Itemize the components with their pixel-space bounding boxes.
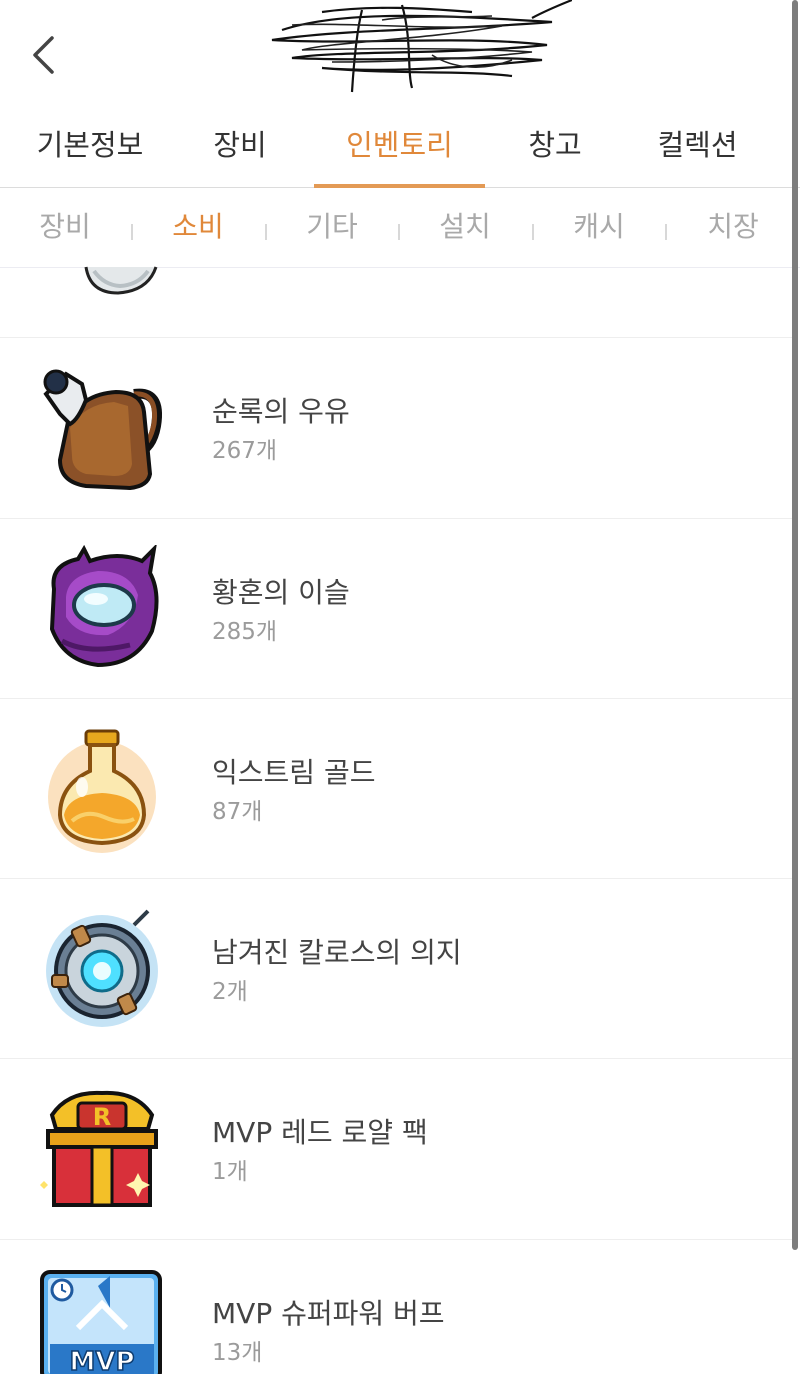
gold-potion-icon [48,729,156,853]
redaction-scribble [271,0,572,93]
item-count: 13개 [212,1340,263,1366]
red-gift-box-icon: R [40,1090,158,1207]
subtab-label: 설치 [439,210,491,243]
tab-storage[interactable]: 창고 [505,110,605,188]
list-item[interactable] [0,266,792,338]
subtab-cash[interactable]: 캐시 [554,188,644,268]
item-name: 익스트림 골드 [212,756,376,789]
tab-inventory[interactable]: 인벤토리 [314,110,485,189]
tab-equipment[interactable]: 장비 [190,110,290,188]
divider [532,224,534,240]
list-item[interactable]: 황혼의 이슬 285개 [0,519,792,699]
main-tabs: 기본정보 장비 인벤토리 창고 컬렉션 [0,110,800,189]
item-count: 285개 [212,619,278,645]
subtab-label: 치장 [707,210,759,243]
subtab-label: 소비 [172,210,224,243]
item-name: MVP 레드 로얄 팩 [212,1116,428,1149]
tab-label: 창고 [528,128,582,162]
tab-collection[interactable]: 컬렉션 [635,110,760,188]
item-name: 남겨진 칼로스의 의지 [212,936,462,969]
mvp-card-icon: MVP [40,1270,162,1374]
list-item[interactable]: MVP MVP 슈퍼파워 버프 13개 [0,1240,792,1374]
item-count: 87개 [212,799,263,825]
divider [665,224,667,240]
scrollbar[interactable] [792,0,798,1250]
list-item[interactable]: 남겨진 칼로스의 의지 2개 [0,879,792,1059]
silver-coin-icon [84,266,158,295]
svg-text:R: R [93,1103,111,1131]
subtab-consume[interactable]: 소비 [153,188,243,268]
back-button[interactable] [26,30,66,80]
subtab-label: 캐시 [573,210,625,243]
kalos-will-icon [46,909,158,1027]
purple-dew-icon [49,545,159,668]
list-item[interactable]: 순록의 우유 267개 [0,338,792,519]
divider [265,224,267,240]
subtab-label: 기타 [306,210,358,243]
item-name: 순록의 우유 [212,395,350,428]
subtab-install[interactable]: 설치 [420,188,510,268]
chevron-left-icon [33,36,54,74]
inventory-subtabs: 장비 소비 기타 설치 캐시 치장 [0,188,800,268]
tab-label: 인벤토리 [346,128,453,162]
item-count: 1개 [212,1159,248,1185]
milk-jug-icon [43,369,162,491]
subtab-etc[interactable]: 기타 [287,188,377,268]
item-name: MVP 슈퍼파워 버프 [212,1297,445,1330]
list-item[interactable]: 익스트림 골드 87개 [0,699,792,879]
tab-label: 컬렉션 [657,128,738,162]
list-item[interactable]: R MVP 레드 로얄 팩 1개 [0,1059,792,1240]
item-count: 267개 [212,438,278,464]
subtab-label: 장비 [39,210,91,243]
subtab-equip[interactable]: 장비 [20,188,110,268]
divider [131,224,133,240]
item-name: 황혼의 이슬 [212,576,350,609]
tab-label: 기본정보 [36,128,144,162]
divider [398,224,400,240]
tab-label: 장비 [213,128,267,162]
subtab-cosmetic[interactable]: 치장 [688,188,778,268]
item-count: 2개 [212,979,248,1005]
top-bar [0,0,800,110]
tab-basic-info[interactable]: 기본정보 [20,110,160,188]
svg-text:MVP: MVP [69,1347,134,1374]
